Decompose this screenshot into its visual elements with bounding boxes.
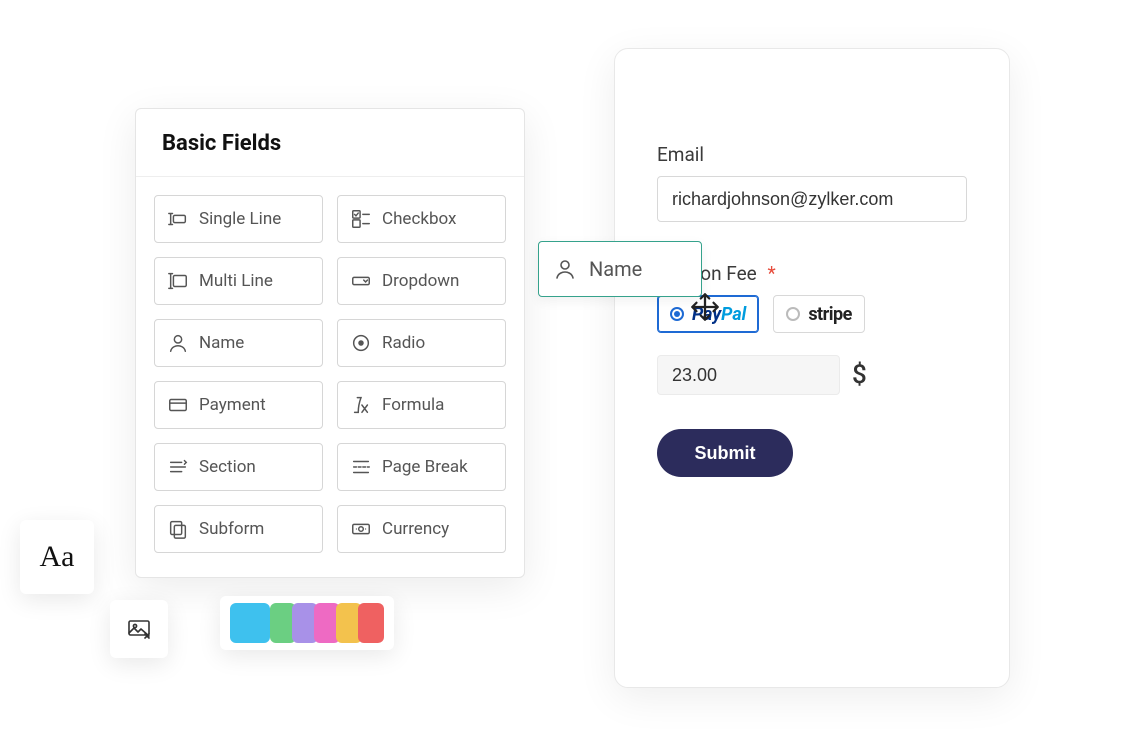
radio-on-icon xyxy=(670,307,684,321)
field-label: Radio xyxy=(382,333,425,353)
fee-label: stration Fee * xyxy=(657,262,967,285)
subform-icon xyxy=(167,518,189,540)
submit-button[interactable]: Submit xyxy=(657,429,793,477)
field-label: Subform xyxy=(199,519,264,539)
field-name[interactable]: Name xyxy=(154,319,323,367)
stripe-option[interactable]: stripe xyxy=(773,295,865,333)
field-formula[interactable]: Formula xyxy=(337,381,506,429)
page-break-icon xyxy=(350,456,372,478)
image-icon xyxy=(124,617,154,641)
dragging-field-label: Name xyxy=(589,257,642,281)
dragging-field-name[interactable]: Name xyxy=(538,241,702,297)
field-label: Name xyxy=(199,333,244,353)
person-icon xyxy=(553,257,577,281)
field-label: Checkbox xyxy=(382,209,456,229)
text-style-button[interactable]: Aa xyxy=(20,520,94,594)
field-section[interactable]: Section xyxy=(154,443,323,491)
field-page-break[interactable]: Page Break xyxy=(337,443,506,491)
currency-icon xyxy=(350,518,372,540)
field-label: Dropdown xyxy=(382,271,459,291)
radio-icon xyxy=(350,332,372,354)
field-label: Payment xyxy=(199,395,266,415)
color-swatch[interactable] xyxy=(230,603,270,643)
dropdown-icon xyxy=(350,270,372,292)
field-label: Multi Line xyxy=(199,271,273,291)
field-multi-line[interactable]: Multi Line xyxy=(154,257,323,305)
field-single-line[interactable]: Single Line xyxy=(154,195,323,243)
formula-icon xyxy=(350,394,372,416)
basic-fields-panel: Basic Fields Single Line Checkbox Mul xyxy=(135,108,525,578)
field-currency[interactable]: Currency xyxy=(337,505,506,553)
basic-fields-title: Basic Fields xyxy=(136,109,524,177)
amount-field[interactable] xyxy=(657,355,840,395)
color-swatch[interactable] xyxy=(358,603,384,643)
checkbox-icon xyxy=(350,208,372,230)
fields-grid: Single Line Checkbox Multi Line Dro xyxy=(136,177,524,577)
color-palette xyxy=(220,596,394,650)
field-label: Currency xyxy=(382,519,449,539)
field-checkbox[interactable]: Checkbox xyxy=(337,195,506,243)
field-label: Formula xyxy=(382,395,444,415)
field-label: Single Line xyxy=(199,209,281,229)
amount-row: $ xyxy=(657,355,967,395)
currency-symbol: $ xyxy=(852,360,867,390)
image-upload-button[interactable] xyxy=(110,600,168,658)
section-icon xyxy=(167,456,189,478)
required-asterisk: * xyxy=(767,262,775,285)
email-label: Email xyxy=(657,143,967,166)
payment-icon xyxy=(167,394,189,416)
field-radio[interactable]: Radio xyxy=(337,319,506,367)
multi-line-icon xyxy=(167,270,189,292)
field-dropdown[interactable]: Dropdown xyxy=(337,257,506,305)
email-field[interactable] xyxy=(657,176,967,222)
text-style-label: Aa xyxy=(40,540,75,574)
radio-off-icon xyxy=(786,307,800,321)
person-icon xyxy=(167,332,189,354)
stripe-logo: stripe xyxy=(808,304,852,325)
single-line-icon xyxy=(167,208,189,230)
field-label: Section xyxy=(199,457,256,477)
field-subform[interactable]: Subform xyxy=(154,505,323,553)
field-label: Page Break xyxy=(382,457,468,477)
move-cursor-icon xyxy=(688,290,722,324)
field-payment[interactable]: Payment xyxy=(154,381,323,429)
form-preview-panel: Email stration Fee * PayPal stripe $ Sub… xyxy=(614,48,1010,688)
